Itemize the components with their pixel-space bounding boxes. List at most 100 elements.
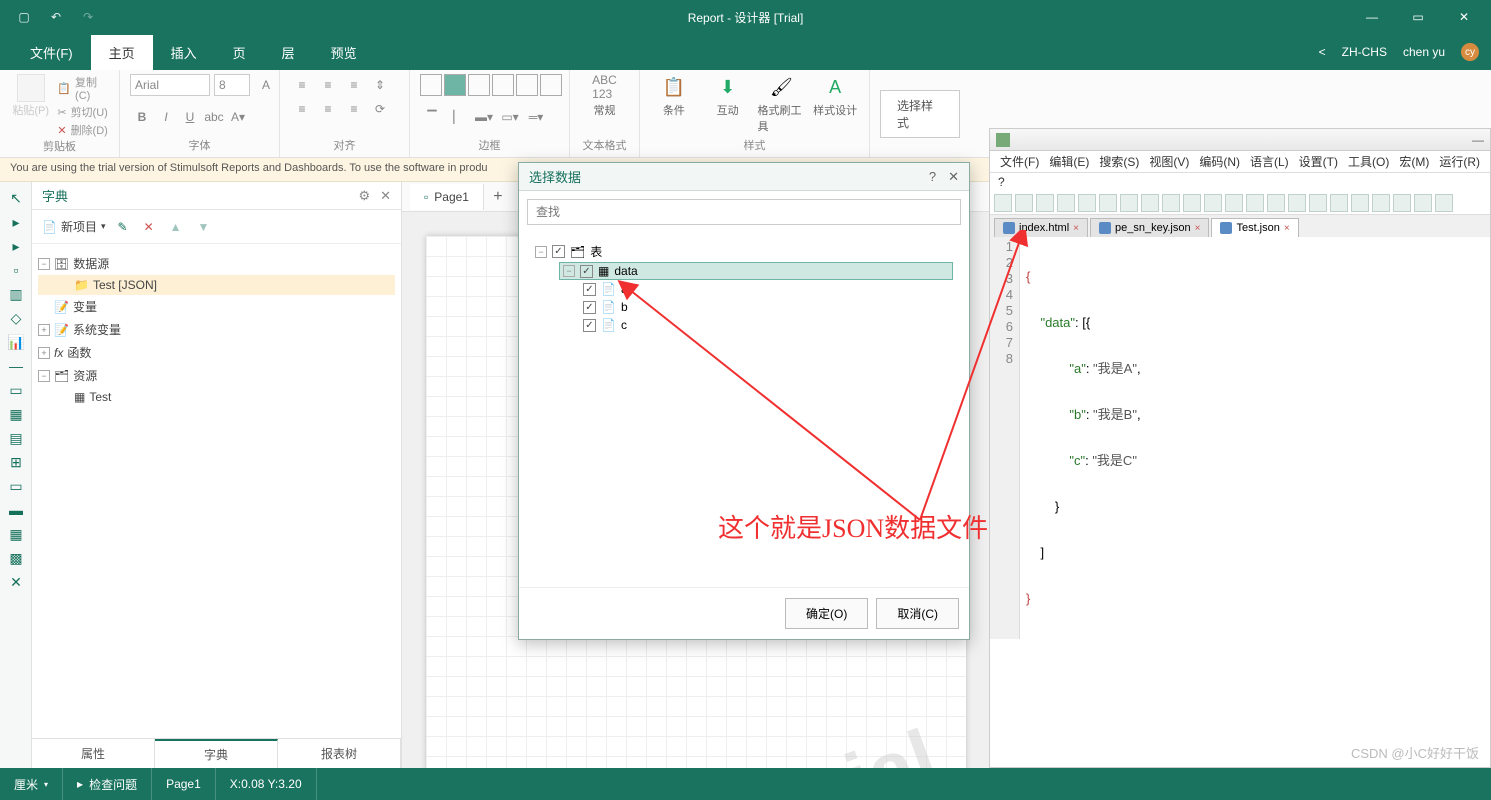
text-format-button[interactable]: ABC123 常规 (580, 74, 629, 118)
tool-table-icon[interactable]: ▦ (0, 402, 32, 426)
cancel-button[interactable]: 取消(C) (876, 598, 959, 629)
border-out-icon[interactable] (492, 74, 514, 96)
save-icon[interactable]: ▢ (8, 2, 40, 32)
et-cut-icon[interactable] (1120, 194, 1138, 212)
tool-image-icon[interactable]: ▫ (0, 258, 32, 282)
tab-layer[interactable]: 层 (264, 35, 313, 70)
et-new-icon[interactable] (994, 194, 1012, 212)
dlg-tree-col-c[interactable]: ✓📄c (583, 316, 953, 334)
editor-body[interactable]: 12345678 { "data": [{ "a": "我是A", "b": "… (990, 237, 1490, 639)
border-none-icon[interactable] (468, 74, 490, 96)
tab-close-icon[interactable]: × (1073, 223, 1079, 234)
tab-home[interactable]: 主页 (91, 35, 153, 70)
tool-rect-icon[interactable]: ▭ (0, 474, 32, 498)
tool-shape-icon[interactable]: ◇ (0, 306, 32, 330)
et-more5-icon[interactable] (1435, 194, 1453, 212)
et-rec-icon[interactable] (1309, 194, 1327, 212)
align-right-icon[interactable]: ≡ (342, 98, 366, 120)
strike-icon[interactable]: abc (202, 106, 226, 128)
tree-sysvar[interactable]: +📝系统变量 (38, 318, 395, 341)
tab-report-tree[interactable]: 报表树 (278, 739, 401, 768)
status-page[interactable]: Page1 (152, 768, 216, 800)
tab-dictionary[interactable]: 字典 (155, 739, 278, 768)
border-all-icon[interactable] (420, 74, 442, 96)
et-open-icon[interactable] (1015, 194, 1033, 212)
font-name-select[interactable] (130, 74, 210, 96)
et-paste-icon[interactable] (1162, 194, 1180, 212)
tab-close-icon[interactable]: × (1195, 223, 1201, 234)
rotate-icon[interactable]: ⟳ (368, 98, 392, 120)
tool-text-icon[interactable]: ▸ (0, 234, 32, 258)
tool-barcode-icon[interactable]: ▥ (0, 282, 32, 306)
avatar[interactable]: cy (1461, 43, 1479, 61)
align-top-left-icon[interactable]: ≡ (290, 74, 314, 96)
editor-menu-view[interactable]: 视图(V) (1145, 153, 1193, 170)
dlg-tree-data[interactable]: −✓▦data (559, 262, 953, 280)
et-close-icon[interactable] (1078, 194, 1096, 212)
close-icon[interactable]: ✕ (1443, 3, 1485, 31)
align-top-right-icon[interactable]: ≡ (342, 74, 366, 96)
editor-menu-encoding[interactable]: 编码(N) (1195, 153, 1244, 170)
tab-insert[interactable]: 插入 (153, 35, 215, 70)
interaction-button[interactable]: ⬇互动 (704, 74, 752, 118)
tree-datasource[interactable]: −🗄数据源 (38, 252, 395, 275)
tool-page-icon[interactable]: ▭ (0, 378, 32, 402)
font-grow-icon[interactable]: A (254, 74, 278, 96)
share-icon[interactable]: < (1319, 45, 1326, 59)
dict-close-icon[interactable]: ✕ (380, 188, 391, 204)
tool-chart-icon[interactable]: 📊 (0, 330, 32, 354)
editor-menu-run[interactable]: 运行(R) (1435, 153, 1484, 170)
select-style-button[interactable]: 选择样式 (880, 90, 960, 138)
delete-button[interactable]: ✕删除(D) (57, 122, 109, 138)
border-more-icon[interactable] (540, 74, 562, 96)
align-center-icon[interactable]: ≡ (316, 98, 340, 120)
user-name[interactable]: chen yu (1403, 45, 1445, 59)
editor-tab-pesn[interactable]: pe_sn_key.json× (1090, 218, 1209, 237)
editor-menu-edit[interactable]: 编辑(E) (1045, 153, 1093, 170)
et-more4-icon[interactable] (1414, 194, 1432, 212)
dlg-tree-col-b[interactable]: ✓📄b (583, 298, 953, 316)
editor-menu-tools[interactable]: 工具(O) (1344, 153, 1393, 170)
editor-min-icon[interactable]: — (1472, 133, 1484, 147)
et-find-icon[interactable] (1225, 194, 1243, 212)
status-check[interactable]: ▸检查问题 (63, 768, 152, 800)
ok-button[interactable]: 确定(O) (785, 598, 868, 629)
et-more2-icon[interactable] (1372, 194, 1390, 212)
tree-test-res[interactable]: ▦Test (38, 387, 395, 407)
italic-icon[interactable]: I (154, 106, 178, 128)
et-replace-icon[interactable] (1246, 194, 1264, 212)
down-icon[interactable]: ▼ (194, 220, 214, 234)
condition-button[interactable]: 📋条件 (650, 74, 698, 118)
add-page-button[interactable]: + (484, 188, 512, 206)
tab-close-icon[interactable]: × (1284, 223, 1290, 234)
bold-icon[interactable]: B (130, 106, 154, 128)
redo-icon[interactable]: ↷ (72, 2, 104, 32)
tool-panel-icon[interactable]: ▬ (0, 498, 32, 522)
tool-wrench-icon[interactable]: ✕ (0, 570, 32, 594)
editor-menu-file[interactable]: 文件(F) (996, 153, 1043, 170)
dlg-tree-col-a[interactable]: ✓📄a (583, 280, 953, 298)
minimize-icon[interactable]: — (1351, 3, 1393, 31)
editor-menu-language[interactable]: 语言(L) (1246, 153, 1293, 170)
editor-tab-index[interactable]: index.html× (994, 218, 1088, 237)
border-top-icon[interactable]: ▔ (420, 106, 444, 128)
format-painter-button[interactable]: 🖌格式刷工具 (758, 74, 806, 134)
editor-menu-settings[interactable]: 设置(T) (1295, 153, 1342, 170)
tab-properties[interactable]: 属性 (32, 739, 155, 768)
dlg-tree-table[interactable]: −✓🗂表 (535, 241, 953, 262)
et-undo-icon[interactable] (1183, 194, 1201, 212)
tool-cross-icon[interactable]: ⊞ (0, 450, 32, 474)
et-zoom-icon[interactable] (1267, 194, 1285, 212)
editor-menu-plugins[interactable]: 插 (1486, 153, 1490, 170)
cut-button[interactable]: ✂剪切(U) (57, 104, 109, 120)
et-copy-icon[interactable] (1141, 194, 1159, 212)
language-label[interactable]: ZH-CHS (1342, 45, 1387, 59)
et-save-icon[interactable] (1036, 194, 1054, 212)
tool-img2-icon[interactable]: ▩ (0, 546, 32, 570)
delete-icon[interactable]: ✕ (140, 220, 158, 234)
maximize-icon[interactable]: ▭ (1397, 3, 1439, 31)
border-left-icon[interactable]: ▏ (446, 106, 470, 128)
tab-preview[interactable]: 预览 (313, 35, 375, 70)
dialog-search-input[interactable] (527, 199, 961, 225)
et-saveall-icon[interactable] (1057, 194, 1075, 212)
